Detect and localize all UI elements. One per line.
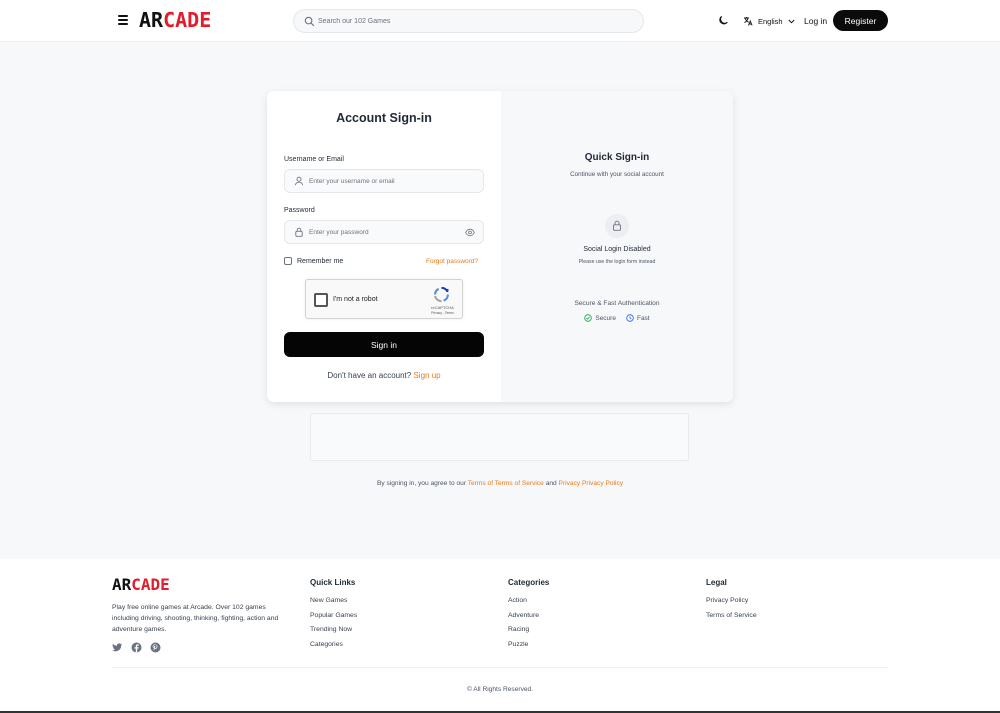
moon-icon[interactable]	[718, 15, 729, 26]
secure-badge: Secure	[584, 314, 616, 322]
footer-link-categories[interactable]: Categories	[310, 641, 357, 656]
quick-signin-subtitle: Continue with your social account	[570, 171, 664, 178]
footer-link-trending-now[interactable]: Trending Now	[310, 626, 357, 641]
recaptcha-widget: I'm not a robot reCAPTCHA Privacy - Term…	[305, 279, 463, 319]
lock-icon	[295, 227, 303, 237]
quick-signin-panel: Quick Sign-in Continue with your social …	[501, 91, 733, 402]
recaptcha-brand: reCAPTCHA	[431, 305, 454, 310]
agreement-and: and	[545, 480, 557, 487]
chevron-down-icon	[788, 19, 795, 23]
categories-heading: Categories	[508, 578, 550, 587]
signup-link[interactable]: Sign up	[413, 371, 440, 380]
pinterest-icon[interactable]	[150, 640, 161, 653]
site-logo[interactable]: ARCADE	[139, 9, 211, 31]
agreement-text: By signing in, you agree to our Terms of…	[0, 480, 1000, 487]
social-disabled-subtitle: Please use the login form instead	[578, 259, 656, 265]
check-circle-icon	[584, 314, 593, 322]
language-selector[interactable]: English	[743, 15, 800, 27]
no-account-label: Don't have an account?	[327, 371, 412, 380]
search-input[interactable]	[318, 13, 628, 29]
footer-logo[interactable]: ARCADE	[112, 576, 170, 594]
quick-links-heading: Quick Links	[310, 578, 356, 587]
password-field[interactable]	[284, 220, 484, 244]
social-disabled-title: Social Login Disabled	[583, 246, 651, 253]
username-input[interactable]	[309, 174, 459, 188]
quick-signin-title: Quick Sign-in	[584, 152, 650, 163]
register-button[interactable]: Register	[833, 10, 888, 31]
footer-divider	[112, 667, 888, 668]
recaptcha-label: I'm not a robot	[333, 296, 378, 303]
footer-description: Play free online games at Arcade. Over 1…	[112, 604, 279, 633]
footer-categories: Categories Action Adventure Racing Puzzl…	[508, 578, 549, 655]
signin-button[interactable]: Sign in	[284, 332, 484, 357]
copyright: © All Rights Reserved.	[466, 686, 534, 693]
clock-icon	[626, 314, 634, 322]
terms-link[interactable]: Terms of Terms of Service	[468, 480, 544, 487]
logo-text-cade: CADE	[163, 8, 212, 32]
search-bar	[293, 9, 644, 33]
forgot-password-link[interactable]: Forgot password?	[426, 258, 478, 265]
username-label: Username or Email	[284, 156, 344, 163]
secure-badge-label: Secure	[595, 314, 616, 322]
user-icon	[294, 176, 304, 186]
fast-badge-label: Fast	[636, 314, 650, 322]
legal-heading: Legal	[706, 578, 727, 587]
secure-auth-title: Secure & Fast Authentication	[574, 300, 660, 307]
footer-link-racing[interactable]: Racing	[508, 626, 549, 641]
language-label: English	[758, 16, 783, 26]
remember-label: Remember me	[297, 257, 344, 265]
recaptcha-checkbox[interactable]	[314, 293, 328, 307]
signin-title: Account Sign-in	[336, 111, 432, 125]
menu-icon[interactable]	[118, 15, 128, 25]
footer-logo-cade: CADE	[131, 575, 170, 594]
no-account-text: Don't have an account? Sign up	[267, 371, 501, 380]
recaptcha-logo-icon	[434, 286, 449, 303]
recaptcha-privacy-link[interactable]: Privacy - Terms	[424, 311, 461, 315]
footer-link-popular-games[interactable]: Popular Games	[310, 612, 357, 627]
footer-link-privacy-policy[interactable]: Privacy Policy	[706, 597, 757, 612]
facebook-icon[interactable]	[131, 640, 142, 653]
footer-link-adventure[interactable]: Adventure	[508, 612, 549, 627]
footer-link-puzzle[interactable]: Puzzle	[508, 641, 549, 656]
site-header: ARCADE English Log in Register	[0, 0, 1000, 42]
lock-icon	[613, 220, 621, 231]
password-label: Password	[284, 207, 315, 214]
site-footer: ARCADE Play free online games at Arcade.…	[0, 559, 1000, 713]
social-links	[112, 640, 169, 653]
password-input[interactable]	[309, 225, 459, 239]
footer-legal: Legal Privacy Policy Terms of Service	[706, 578, 757, 626]
empty-placeholder-box	[310, 413, 689, 461]
login-link[interactable]: Log in	[804, 16, 827, 26]
translate-icon	[744, 17, 753, 26]
agreement-prefix: By signing in, you agree to our	[376, 480, 467, 487]
social-lock-badge	[605, 214, 629, 238]
signin-card: Account Sign-in Username or Email Passwo…	[267, 91, 733, 402]
privacy-link[interactable]: Privacy Privacy Policy	[559, 480, 624, 487]
search-icon	[304, 16, 315, 27]
auth-badges: Secure Fast	[501, 314, 733, 322]
footer-logo-ar: AR	[112, 575, 132, 594]
remember-checkbox[interactable]	[284, 257, 292, 265]
fast-badge: Fast	[626, 314, 650, 322]
footer-link-terms-of-service[interactable]: Terms of Service	[706, 612, 757, 627]
remember-me[interactable]: Remember me	[284, 257, 343, 265]
logo-text-ar: AR	[139, 8, 164, 32]
username-field[interactable]	[284, 169, 484, 193]
footer-link-new-games[interactable]: New Games	[310, 597, 357, 612]
footer-link-action[interactable]: Action	[508, 597, 549, 612]
eye-icon[interactable]	[465, 228, 475, 237]
footer-quick-links: Quick Links New Games Popular Games Tren…	[310, 578, 357, 655]
twitter-icon[interactable]	[112, 640, 123, 652]
